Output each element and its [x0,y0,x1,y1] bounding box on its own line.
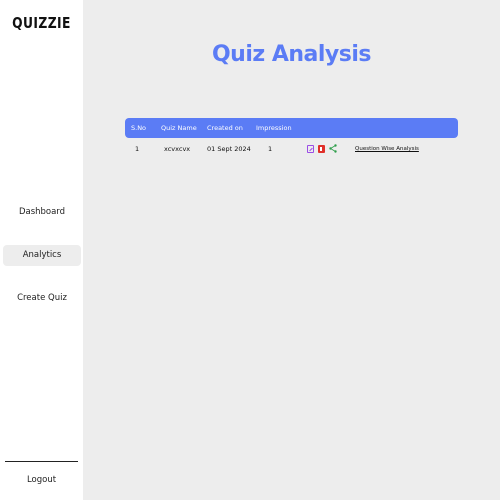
table-row: 1 xcvxcvx 01 Sept 2024 1 Question Wise A… [125,140,458,158]
column-header-created-on: Created on [207,124,243,132]
logout-button[interactable]: Logout [0,475,83,485]
cell-quiz-name: xcvxcvx [164,145,191,153]
edit-icon[interactable] [307,145,314,153]
cell-impression: 1 [268,145,273,153]
page-title: Quiz Analysis [211,42,372,67]
cell-sno: 1 [135,145,140,153]
sidebar-divider [5,461,78,462]
delete-icon[interactable] [318,145,325,153]
sidebar-item-analytics[interactable]: Analytics [3,245,81,266]
sidebar: QUIZZIE Dashboard Analytics Create Quiz … [0,0,83,500]
main-content: Quiz Analysis S.No Quiz Name Created on … [83,0,500,500]
table-header: S.No Quiz Name Created on Impression [125,118,458,138]
sidebar-item-create-quiz[interactable]: Create Quiz [3,288,81,309]
share-icon[interactable] [329,144,337,153]
column-header-sno: S.No [131,124,147,132]
column-header-impression: Impression [256,124,292,132]
cell-created-on: 01 Sept 2024 [207,145,251,153]
app-logo: QUIZZIE [12,14,71,32]
sidebar-item-dashboard[interactable]: Dashboard [3,202,81,223]
column-header-quiz-name: Quiz Name [161,124,197,132]
question-wise-analysis-link[interactable]: Question Wise Analysis [355,140,419,158]
